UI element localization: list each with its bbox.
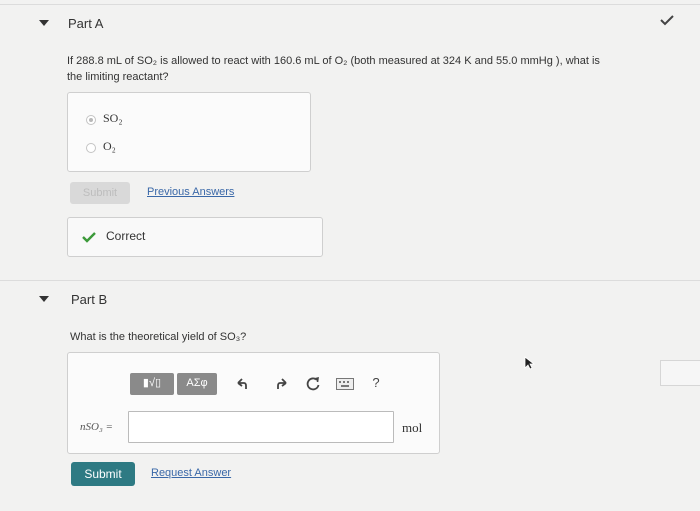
undo-icon[interactable] — [235, 377, 249, 391]
reset-icon[interactable] — [305, 376, 321, 392]
part-b-answer-box: ▮√▯ ΑΣφ ? nSO₃ = mol — [67, 352, 440, 454]
part-a-submit-button[interactable]: Submit — [70, 182, 130, 204]
keyboard-icon[interactable] — [336, 378, 354, 390]
templates-button[interactable]: ▮√▯ — [130, 373, 174, 395]
part-b-submit-button[interactable]: Submit — [71, 462, 135, 486]
feedback-correct-label: Correct — [106, 229, 146, 243]
redo-icon[interactable] — [275, 377, 289, 391]
part-b-question: What is the theoretical yield of SO₃? — [70, 331, 247, 343]
mouse-cursor-icon — [524, 356, 536, 370]
option-o2-label[interactable]: O₂ — [103, 139, 116, 154]
right-edge-panel — [660, 360, 700, 386]
variable-label: nSO₃ = — [80, 421, 113, 433]
part-a-question-line1: If 288.8 mL of SO₂ is allowed to react w… — [67, 55, 600, 67]
part-a-options-box: SO₂ O₂ — [67, 92, 311, 172]
part-a-question-line2: the limiting reactant? — [67, 71, 169, 83]
part-a-complete-check-icon — [660, 15, 674, 26]
collapse-part-a-icon[interactable] — [39, 20, 49, 26]
unit-label: mol — [402, 420, 423, 435]
request-answer-link[interactable]: Request Answer — [151, 467, 231, 479]
collapse-part-b-icon[interactable] — [39, 296, 49, 302]
part-a-title: Part A — [68, 16, 104, 31]
part-a-question: If 288.8 mL of SO₂ is allowed to react w… — [67, 53, 697, 85]
greek-symbols-button[interactable]: ΑΣφ — [177, 373, 217, 395]
help-button[interactable]: ? — [369, 375, 383, 390]
option-so2-label[interactable]: SO₂ — [103, 111, 123, 126]
parts-divider — [0, 280, 700, 281]
top-divider — [0, 4, 700, 5]
correct-check-icon — [82, 232, 96, 243]
part-b-title: Part B — [71, 292, 108, 307]
feedback-correct-box: Correct — [67, 217, 323, 257]
yield-answer-input[interactable] — [128, 411, 394, 443]
option-o2-radio[interactable] — [86, 143, 96, 153]
option-so2-radio[interactable] — [86, 115, 96, 125]
previous-answers-link[interactable]: Previous Answers — [147, 186, 234, 198]
